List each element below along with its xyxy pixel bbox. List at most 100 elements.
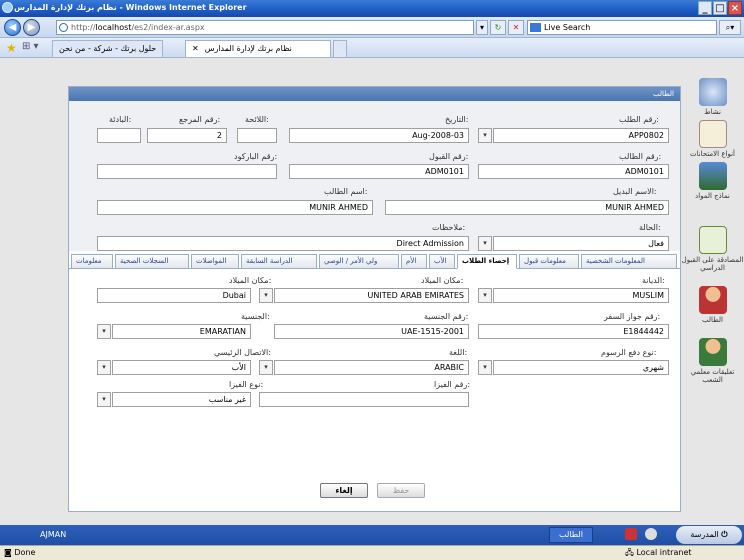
request-no-label: رقم الطلب: bbox=[619, 115, 659, 124]
tab-previous-study[interactable]: الدراسة السابقة bbox=[241, 254, 317, 269]
religion-dropdown[interactable]: ▾ bbox=[478, 288, 492, 303]
tab-father[interactable]: الأب bbox=[429, 254, 455, 269]
birth-country-field[interactable]: UNITED ARAB EMIRATES bbox=[274, 288, 469, 303]
fees-type-dropdown[interactable]: ▾ bbox=[478, 360, 492, 375]
tab-school-label: نظام برتك لإدارة المدارس bbox=[204, 44, 292, 53]
refresh-icon[interactable]: ↻ bbox=[490, 20, 506, 35]
sidebar-item-activity[interactable]: نشاط bbox=[681, 78, 744, 116]
tab-admission-info[interactable]: معلومات قبول bbox=[519, 254, 579, 269]
new-tab-button[interactable] bbox=[333, 40, 347, 57]
language-dropdown[interactable]: ▾ bbox=[259, 360, 273, 375]
passport-label: رقم جواز السفر: bbox=[604, 312, 661, 321]
url-prefix: http:// bbox=[71, 23, 96, 32]
birth-country-dropdown[interactable]: ▾ bbox=[259, 288, 273, 303]
passport-field[interactable]: E1844442 bbox=[478, 324, 669, 339]
sidebar-item-student[interactable]: الطالب bbox=[681, 286, 744, 324]
main-contact-field[interactable]: الأب bbox=[112, 360, 251, 375]
sidebar-item-admission-approval[interactable]: المصادقة على القبول الدراسي bbox=[681, 226, 744, 272]
save-button[interactable]: حفظ bbox=[377, 483, 425, 498]
visa-no-field[interactable] bbox=[259, 392, 469, 407]
sidebar-item-exam-types[interactable]: أنواع الامتحانات bbox=[681, 120, 744, 158]
start-button[interactable]: المدرسة ⏻ bbox=[676, 526, 742, 544]
student-no-field[interactable]: ADM0101 bbox=[478, 164, 669, 179]
back-button[interactable]: ◀ bbox=[4, 19, 21, 36]
student-name-field[interactable]: MUNIR AHMED bbox=[97, 200, 373, 215]
cancel-button[interactable]: إلغاء bbox=[320, 483, 368, 498]
birth-city-field[interactable]: Dubai bbox=[97, 288, 251, 303]
taskbar-left-label: AJMAN bbox=[40, 530, 67, 539]
fees-type-field[interactable]: شهري bbox=[493, 360, 669, 375]
start-label: المدرسة bbox=[690, 530, 719, 539]
activity-icon bbox=[698, 78, 727, 106]
url-field[interactable]: http://localhost/es2/index-ar.aspx bbox=[56, 20, 474, 35]
tab-personal-info[interactable]: المعلومات الشخصية bbox=[581, 254, 677, 269]
visa-type-field[interactable]: غير مناسب bbox=[112, 392, 251, 407]
maximize-button[interactable]: □ bbox=[713, 1, 727, 15]
status-dropdown[interactable]: ▾ bbox=[478, 236, 492, 251]
address-bar: ◀ ▶ http://localhost/es2/index-ar.aspx ▾… bbox=[0, 17, 744, 38]
quick-tabs-icon[interactable]: ⊞ ▾ bbox=[22, 41, 39, 52]
ref-no-field[interactable]: 2 bbox=[147, 128, 227, 143]
window-title: نظام برتك لإدارة المدارس - Windows Inter… bbox=[14, 3, 247, 12]
sidebar-item-subject-templates[interactable]: نماذج المواد bbox=[681, 162, 744, 200]
minimize-button[interactable]: _ bbox=[698, 1, 712, 15]
religion-label: الديانة: bbox=[642, 276, 665, 285]
regulation-field[interactable] bbox=[237, 128, 277, 143]
request-no-dropdown[interactable]: ▾ bbox=[478, 128, 492, 143]
student-no-label: رقم الطالب: bbox=[619, 152, 662, 161]
request-no-field[interactable]: APP0802 bbox=[493, 128, 669, 143]
search-input[interactable]: Live Search bbox=[527, 20, 717, 35]
notes-field[interactable]: Direct Admission bbox=[97, 236, 469, 251]
people-icon bbox=[698, 338, 727, 366]
tab-more-info[interactable]: معلومات bbox=[71, 254, 113, 269]
tab-bar: ★ ⊞ ▾ حلول برتك - شركة - من نحن ✕ نظام بر… bbox=[0, 38, 744, 58]
language-label: اللغة: bbox=[449, 348, 468, 357]
power-icon: ⏻ bbox=[721, 530, 728, 539]
nationality-no-field[interactable]: UAE-1515-2001 bbox=[274, 324, 469, 339]
forward-button[interactable]: ▶ bbox=[23, 19, 40, 36]
barcode-field[interactable] bbox=[97, 164, 277, 179]
visa-type-dropdown[interactable]: ▾ bbox=[97, 392, 111, 407]
sidebar-item-label: أنواع الامتحانات bbox=[690, 150, 735, 158]
nationality-label: الجنسية: bbox=[241, 312, 270, 321]
stop-icon[interactable]: ✕ bbox=[508, 20, 524, 35]
admission-no-field[interactable]: ADM0101 bbox=[289, 164, 469, 179]
tab-mother[interactable]: الأم bbox=[401, 254, 427, 269]
date-field[interactable]: Aug-2008-03 bbox=[289, 128, 469, 143]
prefix-field[interactable] bbox=[97, 128, 141, 143]
alt-name-field[interactable]: MUNIR AHMED bbox=[385, 200, 669, 215]
status-field[interactable]: فعال bbox=[493, 236, 669, 251]
search-button[interactable]: ⌕▾ bbox=[719, 20, 741, 35]
intranet-icon: 🖧 bbox=[625, 548, 637, 557]
tray-icon-red[interactable] bbox=[625, 528, 637, 540]
tab-guardian[interactable]: ولي الأمر / الوصي bbox=[319, 254, 399, 269]
nationality-dropdown[interactable]: ▾ bbox=[97, 324, 111, 339]
tray-icon-white[interactable] bbox=[645, 528, 657, 540]
favorites-star-icon[interactable]: ★ bbox=[6, 41, 17, 55]
page-icon bbox=[59, 23, 68, 32]
student-name-label: اسم الطالب: bbox=[324, 187, 368, 196]
barcode-label: رقم الباركود: bbox=[234, 152, 278, 161]
status-zone: 🖧 Local intranet bbox=[625, 546, 692, 560]
religion-field[interactable]: MUSLIM bbox=[493, 288, 669, 303]
birth-country-label: مكان الميلاد: bbox=[421, 276, 464, 285]
nationality-no-label: رقم الجنسية: bbox=[424, 312, 469, 321]
prefix-label: البادئة: bbox=[109, 115, 132, 124]
url-dropdown-icon[interactable]: ▾ bbox=[476, 20, 488, 35]
tab-transport[interactable]: المواصلات bbox=[191, 254, 239, 269]
tab-health-records[interactable]: السجلات الصحية bbox=[115, 254, 189, 269]
nationality-field[interactable]: EMARATIAN bbox=[112, 324, 251, 339]
tab-school-system[interactable]: ✕ نظام برتك لإدارة المدارس bbox=[185, 40, 331, 57]
tab-close-icon[interactable]: ✕ bbox=[192, 44, 199, 53]
main-contact-dropdown[interactable]: ▾ bbox=[97, 360, 111, 375]
tab-company[interactable]: حلول برتك - شركة - من نحن bbox=[52, 40, 164, 57]
student-icon bbox=[698, 286, 727, 314]
status-done: ◙ Done bbox=[4, 546, 35, 560]
close-window-button[interactable]: × bbox=[728, 1, 742, 15]
tab-student-stats[interactable]: إحصاء الطلاب bbox=[457, 254, 517, 269]
sidebar-item-teacher-comments[interactable]: تعليقات معلمي الشعب bbox=[681, 338, 744, 384]
language-field[interactable]: ARABIC bbox=[274, 360, 469, 375]
ie-icon bbox=[2, 2, 13, 13]
form-tabs: المعلومات الشخصية معلومات قبول إحصاء الط… bbox=[69, 254, 680, 269]
taskbar-task-student[interactable]: الطالب bbox=[549, 527, 593, 543]
